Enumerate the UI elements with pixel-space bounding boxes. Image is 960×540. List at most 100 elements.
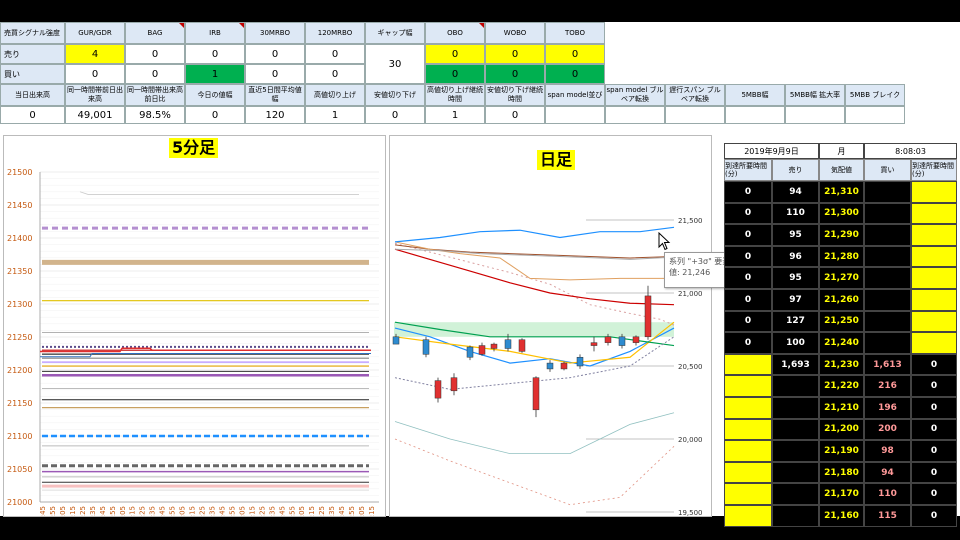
stats-value-14[interactable]: [845, 106, 905, 124]
stats-value-7[interactable]: 1: [425, 106, 485, 124]
x-tick-label: 9:15: [69, 506, 77, 516]
buy-qty-cell: [864, 267, 911, 289]
board-header-price: 気配値: [819, 159, 864, 181]
sell-qty-cell: 100: [772, 332, 819, 354]
buy-120mrbo[interactable]: 0: [305, 64, 365, 84]
candle-body: [632, 336, 640, 343]
stats-value-6[interactable]: 0: [365, 106, 425, 124]
sell-tobo[interactable]: 0: [545, 44, 605, 64]
buy-qty-cell: [864, 332, 911, 354]
sell-qty-cell: [772, 418, 819, 441]
x-tick-label: 14:45: [338, 506, 346, 516]
buy-qty-cell: [864, 202, 911, 225]
col-header-gur: GUR/GDR: [65, 22, 125, 44]
board-weekday: 月: [819, 143, 864, 159]
stats-value-12[interactable]: [725, 106, 785, 124]
sell-price-cell: 21,250: [819, 310, 864, 333]
candle-body: [392, 336, 400, 345]
stats-value-10[interactable]: [605, 106, 665, 124]
x-tick-label: 10:25: [139, 506, 147, 516]
sell-qty-cell: 127: [772, 310, 819, 333]
sell-qty-cell: [772, 483, 819, 505]
sell-wobo[interactable]: 0: [485, 44, 545, 64]
buy-price-cell: 21,220: [819, 375, 864, 397]
five-minute-chart-canvas: 21500 21450 21400 21350 21300 21250 21200 21150…: [7, 168, 379, 526]
buy-gur[interactable]: 0: [65, 64, 125, 84]
stats-value-11[interactable]: [665, 106, 725, 124]
five-minute-chart[interactable]: 5分足 21500 21450 21400 21350 21300 21250 21200 2…: [3, 135, 386, 526]
stats-value-1[interactable]: 49,001: [65, 106, 125, 124]
gap-value[interactable]: 30: [365, 44, 425, 84]
y-tick-label: 21,500: [678, 217, 703, 225]
sell-price-cell: 21,300: [819, 202, 864, 225]
buy-time-cell: 0: [911, 483, 957, 505]
cloud-area: [394, 322, 674, 337]
sell-120mrbo[interactable]: 0: [305, 44, 365, 64]
stats-header-14: 5MBB ブレイク: [845, 84, 905, 106]
candle-body: [434, 380, 442, 399]
col-header-irb: IRB: [185, 22, 245, 44]
x-tick-label: 9:25: [79, 506, 87, 516]
sell-obo[interactable]: 0: [425, 44, 485, 64]
sell-price-cell: 21,260: [819, 289, 864, 311]
buy-tobo[interactable]: 0: [545, 64, 605, 84]
buy-bag[interactable]: 0: [125, 64, 185, 84]
x-tick-label: 10:35: [149, 506, 157, 516]
buy-time-cell: 0: [911, 375, 957, 397]
stats-value-9[interactable]: [545, 106, 605, 124]
stats-value-2[interactable]: 98.5%: [125, 106, 185, 124]
sell-irb[interactable]: 0: [185, 44, 245, 64]
y-tick-label: 21500: [7, 168, 32, 177]
upper-line: [79, 191, 359, 195]
sell-30mrbo[interactable]: 0: [245, 44, 305, 64]
x-tick-label: 10:55: [169, 506, 177, 516]
stats-header-11: 遅行スパン ブルベア転換: [665, 84, 725, 106]
sell-qty-cell: 94: [772, 181, 819, 203]
buy-price-cell: 21,200: [819, 418, 864, 441]
buy-wobo[interactable]: 0: [485, 64, 545, 84]
stats-header-6: 安値切り下げ: [365, 84, 425, 106]
buy-qty-cell: 115: [864, 505, 911, 527]
buy-time-cell: 0: [911, 397, 957, 419]
sell-price-cell: 21,270: [819, 267, 864, 289]
col-header-30mrbo: 30MRBO: [245, 22, 305, 44]
x-tick-label: 13:55: [288, 506, 296, 516]
daily-chart-canvas: 21,500 21,000 20,500 20,000 19,500: [392, 217, 703, 517]
buy-time-cell: [911, 202, 957, 225]
buy-obo[interactable]: 0: [425, 64, 485, 84]
x-tick-label: 11:05: [179, 506, 187, 516]
sell-bag[interactable]: 0: [125, 44, 185, 64]
board-header-buy: 買い: [864, 159, 911, 181]
buy-price-cell: 21,180: [819, 461, 864, 484]
x-tick-label: 14:25: [318, 506, 326, 516]
x-tick-label: 15:05: [358, 506, 366, 516]
stats-value-0[interactable]: 0: [0, 106, 65, 124]
daily-chart[interactable]: 日足 21,500 21,000 20,500 20,000 19,500: [389, 135, 712, 517]
x-tick-label: 13:05: [238, 506, 246, 516]
stats-value-8[interactable]: 0: [485, 106, 545, 124]
board-date: 2019年9月9日: [724, 143, 819, 159]
x-tick-label: 9:55: [109, 506, 117, 516]
buy-30mrbo[interactable]: 0: [245, 64, 305, 84]
five-minute-chart-title: 5分足: [169, 138, 219, 158]
buy-qty-cell: [864, 224, 911, 246]
buy-irb[interactable]: 1: [185, 64, 245, 84]
order-board: 2019年9月9日 月 8:08:03 到達所要時間(分) 売り 気配値 買い …: [724, 143, 957, 527]
candle-body: [590, 342, 598, 346]
col-header-120mrbo: 120MRBO: [305, 22, 365, 44]
buy-time-cell: [911, 245, 957, 268]
stats-value-5[interactable]: 1: [305, 106, 365, 124]
sell-time-cell: [724, 418, 772, 441]
stats-value-4[interactable]: 120: [245, 106, 305, 124]
stats-header-10: span model ブルベア転換: [605, 84, 665, 106]
x-tick-label: 9:45: [99, 506, 107, 516]
buy-qty-cell: 200: [864, 418, 911, 441]
stats-header-9: span model並び: [545, 84, 605, 106]
sell-gur[interactable]: 4: [65, 44, 125, 64]
col-header-obo: OBO: [425, 22, 485, 44]
col-header-tobo: TOBO: [545, 22, 605, 44]
buy-time-cell: [911, 289, 957, 311]
stats-value-13[interactable]: [785, 106, 845, 124]
sell-time-cell: [724, 397, 772, 419]
stats-value-3[interactable]: 0: [185, 106, 245, 124]
